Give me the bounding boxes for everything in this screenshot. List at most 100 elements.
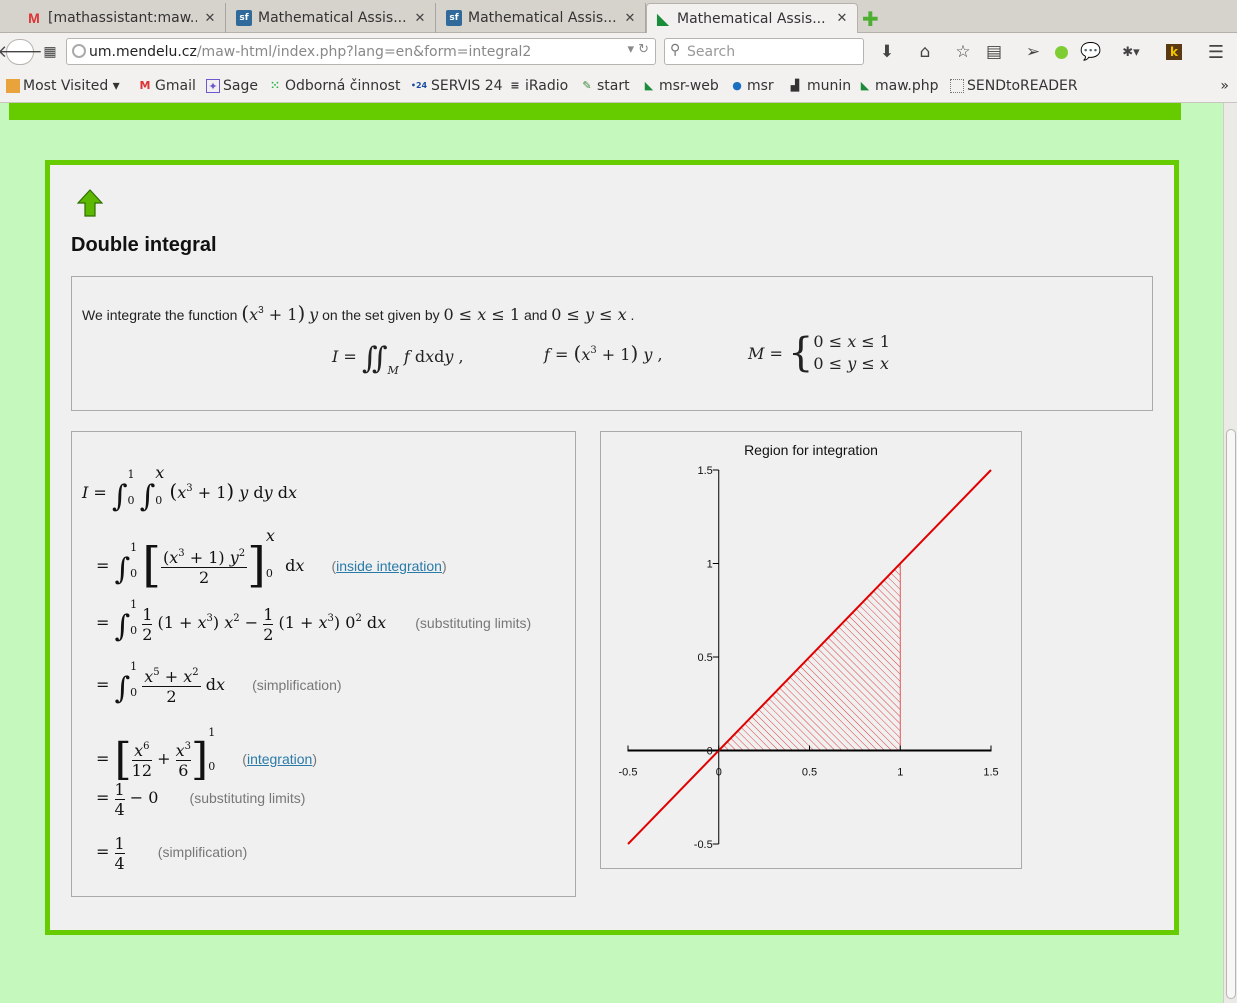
step-3: = ∫1 0 12 (1 + x3) x2 − 12 (1 + x3) 02 dx…: [96, 598, 532, 644]
sf-icon: sf: [446, 10, 462, 26]
edit-icon: ✎: [582, 79, 592, 92]
site-info-icon[interactable]: [72, 44, 86, 58]
close-icon[interactable]: ✕: [835, 11, 849, 26]
tab-mathassist-active[interactable]: ◣ Mathematical Assis... ✕: [646, 3, 858, 33]
statement-text-2: on the set given by: [322, 307, 440, 323]
integral-definition: I = ∬M f dxdy ,: [332, 341, 464, 377]
munin-icon: ▟: [790, 79, 800, 92]
bookmark-sage[interactable]: ✦ Sage: [206, 78, 258, 94]
k-extension-icon[interactable]: k: [1164, 39, 1184, 65]
tab-gmail[interactable]: M [mathassistant:maw... ✕: [18, 3, 226, 33]
sf-icon: sf: [236, 10, 252, 26]
math: 0 ≤: [551, 305, 585, 324]
y-tick-label: 1: [707, 559, 713, 571]
bookmark-most-visited[interactable]: Most Visited ▾: [6, 78, 120, 94]
step-6: = 14 − 0 (substituting limits): [96, 780, 306, 819]
page-menu-icon[interactable]: ▦: [40, 39, 60, 65]
extension-icon[interactable]: ✱▾: [1114, 39, 1148, 65]
tab-title: Mathematical Assis...: [468, 10, 617, 26]
page-content: Double integral We integrate the functio…: [0, 103, 1237, 1003]
url-bar[interactable]: um.mendelu.cz/maw-html/index.php?lang=en…: [66, 38, 656, 65]
line-y-equals-x: [627, 469, 992, 845]
list-icon: ≡: [510, 79, 520, 92]
region-plot-svg: Region for integration -0.5 0 0.5 1 1.5 1.5 1 0…: [619, 442, 999, 851]
step-4-note: (simplification): [252, 677, 342, 693]
servis-icon: •24: [410, 81, 428, 90]
step-6-note: (substituting limits): [189, 790, 306, 806]
y-tick-label: 1.5: [697, 465, 712, 477]
x-tick-label: -0.5: [619, 767, 638, 779]
url-host: um.mendelu.cz: [89, 43, 197, 60]
bookmark-odborna-cinnost[interactable]: ⁙ Odborná činnost: [268, 78, 400, 94]
new-tab-plus-icon[interactable]: ✚: [862, 7, 879, 31]
step-3-note: (substituting limits): [415, 615, 532, 631]
home-icon[interactable]: ⌂: [914, 39, 936, 65]
statement-text-3: and: [523, 307, 548, 323]
send-icon[interactable]: ➢: [1022, 39, 1044, 65]
reload-icon[interactable]: ▾ ↻: [627, 42, 649, 57]
step-5-note: (integration): [242, 751, 318, 767]
y-tick-label: 0: [707, 746, 713, 758]
set-definition: M = { 0 ≤ x ≤ 10 ≤ y ≤ x: [748, 330, 890, 376]
navigation-bar: 🡐 ▦ um.mendelu.cz/maw-html/index.php?lan…: [0, 33, 1237, 70]
tab-title: [mathassistant:maw...: [48, 10, 197, 26]
math: ): [297, 301, 306, 325]
tab-mathassist-1[interactable]: sf Mathematical Assis... ✕: [228, 3, 436, 33]
reading-list-icon[interactable]: ▤: [983, 39, 1005, 65]
dots-icon: ⁙: [270, 79, 280, 92]
statement-text-1: We integrate the function: [82, 307, 238, 323]
close-icon[interactable]: ✕: [623, 11, 637, 26]
step-1: I = ∫1 0 ∫x 0 (x3 + 1) y dy dx: [82, 463, 298, 514]
bookmark-star-icon[interactable]: ☆: [952, 39, 974, 65]
close-icon[interactable]: ✕: [203, 11, 217, 26]
x-tick-label: 0: [716, 767, 722, 779]
bookmark-msr[interactable]: ● msr: [730, 78, 774, 94]
step-4: = ∫1 0 x5 + x2 2 dx (simplification): [96, 660, 342, 706]
math: + 1: [263, 305, 298, 324]
download-icon[interactable]: ⬇: [876, 39, 898, 65]
back-button[interactable]: 🡐: [0, 39, 43, 65]
math: ≤ 1: [486, 305, 521, 324]
tab-mathassist-2[interactable]: sf Mathematical Assis... ✕: [438, 3, 646, 33]
gmail-icon: M: [28, 10, 40, 26]
chat-icon[interactable]: 💬: [1080, 39, 1102, 65]
search-input[interactable]: ⚲ Search: [664, 38, 864, 65]
function-definition: f = (x3 + 1) y ,: [544, 341, 663, 365]
step-7: = 14 (simplification): [96, 834, 248, 873]
problem-statement: We integrate the function (x3 + 1) y on …: [71, 276, 1153, 411]
math: x: [249, 305, 259, 324]
y-tick-label: 0.5: [697, 652, 712, 664]
page-scrollbar[interactable]: [1223, 103, 1237, 1003]
close-icon[interactable]: ✕: [413, 11, 427, 26]
bookmarks-bar: Most Visited ▾ M Gmail ✦ Sage ⁙ Odborná čin…: [0, 70, 1237, 103]
step-2-note: (inside integration): [331, 558, 447, 574]
scrollbar-thumb[interactable]: [1226, 429, 1236, 999]
x-tick-label: 1: [897, 767, 903, 779]
math: x: [617, 305, 627, 324]
integral-panel: Double integral We integrate the functio…: [45, 160, 1179, 935]
folder-icon: [6, 79, 20, 93]
status-dot-icon[interactable]: [1052, 39, 1070, 65]
mendelu-icon: ◣: [860, 79, 870, 92]
bookmark-servis-24[interactable]: •24 SERVIS 24: [410, 78, 503, 94]
region-plot: Region for integration -0.5 0 0.5 1 1.5 1.5 1 0…: [600, 431, 1022, 869]
math: (: [241, 301, 250, 325]
math: x: [477, 305, 487, 324]
bookmark-iradio[interactable]: ≡ iRadio: [508, 78, 568, 94]
tab-bar: M [mathassistant:maw... ✕ sf Mathematica…: [0, 0, 1237, 33]
bookmark-sendtoreader[interactable]: SENDtoREADER: [950, 78, 1078, 94]
up-arrow-icon[interactable]: [77, 189, 103, 217]
bookmark-gmail[interactable]: M Gmail: [138, 78, 196, 94]
bookmark-msr-web[interactable]: ◣ msr-web: [642, 78, 719, 94]
bookmark-munin[interactable]: ▟ munin: [786, 78, 851, 94]
integration-link[interactable]: integration: [247, 751, 312, 767]
step-7-note: (simplification): [157, 844, 248, 860]
inside-integration-link[interactable]: inside integration: [336, 558, 442, 574]
bookmark-maw-php[interactable]: ◣ maw.php: [858, 78, 939, 94]
mendelu-icon: ◣: [656, 9, 670, 28]
green-header-strip: [9, 103, 1181, 120]
hamburger-menu-icon[interactable]: ☰: [1204, 39, 1228, 65]
bookmarks-overflow-icon[interactable]: »: [1220, 78, 1229, 94]
bookmark-start[interactable]: ✎ start: [580, 78, 629, 94]
mendelu-icon: ◣: [644, 79, 654, 92]
